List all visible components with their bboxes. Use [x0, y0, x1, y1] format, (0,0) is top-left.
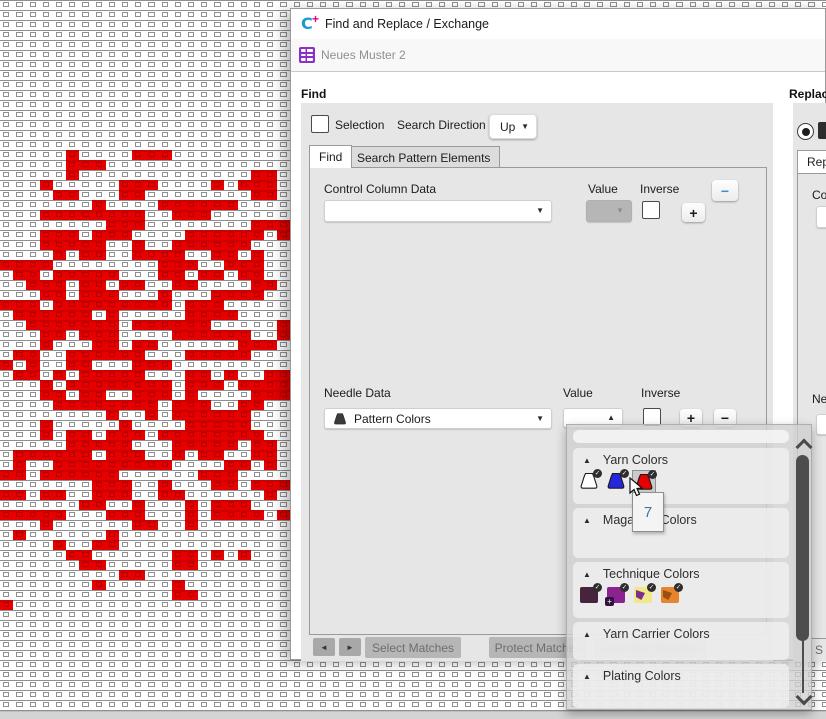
- inverse-label-2: Inverse: [641, 386, 680, 400]
- section-header[interactable]: ▲ Technique Colors: [573, 566, 700, 582]
- section-label: Plating Colors: [603, 669, 681, 683]
- mouse-cursor: [629, 477, 645, 504]
- chevron-down-icon: ▼: [536, 206, 544, 215]
- section-label: Yarn Colors: [603, 453, 668, 467]
- replace-needle-data-dropdown[interactable]: [816, 414, 826, 435]
- tab-replace[interactable]: Replace: [797, 150, 826, 173]
- check-badge-icon: ✓: [620, 583, 629, 592]
- section-label: Technique Colors: [603, 567, 700, 581]
- scrollbar-stem: [802, 639, 804, 693]
- replace-heading: Replace: [789, 87, 826, 101]
- search-direction-dropdown[interactable]: Up ▼: [489, 114, 537, 139]
- find-heading: Find: [301, 87, 326, 101]
- popup-section: ▲Technique Colors✓✓✓✓: [573, 562, 789, 618]
- dialog-titlebar[interactable]: C+ Find and Replace / Exchange: [291, 9, 825, 40]
- bottom-bar: [0, 711, 826, 719]
- selection-checkbox[interactable]: [311, 115, 329, 133]
- technique-color-4[interactable]: ✓: [659, 584, 681, 606]
- technique-color-2[interactable]: ✓: [605, 584, 627, 606]
- technique-color-3[interactable]: ✓: [632, 584, 654, 606]
- value-label: Value: [588, 182, 618, 196]
- pattern-name: Neues Muster 2: [321, 48, 406, 62]
- add-criterion-button[interactable]: +: [682, 203, 705, 222]
- collapse-arrow-icon[interactable]: ▲: [583, 672, 591, 681]
- collapse-arrow-icon[interactable]: ▲: [583, 456, 591, 465]
- previous-match-button[interactable]: ◄: [313, 638, 335, 656]
- replace-control-column-dropdown[interactable]: [816, 206, 826, 228]
- popup-header-bar: [573, 430, 789, 443]
- value-dropdown-disabled: ▼: [586, 200, 632, 222]
- needle-data-label: Needle Data: [324, 386, 391, 400]
- section-header[interactable]: ▲ Yarn Colors: [573, 452, 668, 468]
- check-badge-icon: ✓: [648, 470, 657, 479]
- popup-section: ▲Magazine Colors: [573, 508, 789, 558]
- replace-mode-icon: [818, 122, 826, 139]
- pattern-grid-icon: [299, 47, 315, 63]
- tab-search-pattern-elements[interactable]: Search Pattern Elements: [347, 146, 500, 168]
- check-badge-icon: ✓: [674, 583, 683, 592]
- application-canvas: C+ Find and Replace / Exchange Neues Mus…: [0, 0, 826, 719]
- value-label-2: Value: [563, 386, 593, 400]
- tab-find[interactable]: Find: [309, 145, 352, 168]
- chevron-up-icon: ▲: [607, 413, 615, 422]
- technique-color-1[interactable]: ✓: [578, 584, 600, 606]
- popup-sections: ▲Yarn Colors✓✓✓▲Magazine Colors▲Techniqu…: [573, 448, 789, 712]
- collapse-arrow-icon[interactable]: ▲: [583, 630, 591, 639]
- collapse-arrow-icon[interactable]: ▲: [583, 516, 591, 525]
- tooltip-value: 7: [644, 504, 652, 521]
- replace-needle-data-label: Needle Data: [812, 392, 826, 406]
- select-matches-button[interactable]: Select Matches: [365, 637, 461, 658]
- search-direction-label: Search Direction: [397, 118, 486, 132]
- selection-label: Selection: [335, 118, 384, 132]
- check-badge-icon: ✓: [593, 469, 602, 478]
- needle-data-value: Pattern Colors: [354, 412, 431, 426]
- scrollbar-thumb[interactable]: [796, 455, 809, 641]
- replace-control-column-label: Control Column Data: [812, 188, 826, 202]
- collapse-arrow-icon[interactable]: ▲: [583, 570, 591, 579]
- inverse-checkbox[interactable]: [642, 201, 660, 219]
- section-header[interactable]: ▲ Plating Colors: [573, 668, 681, 684]
- direction-value: Up: [500, 120, 515, 134]
- swatch-row: ✓ ✓ ✓ ✓: [578, 584, 681, 606]
- chevron-down-icon: ▼: [536, 414, 544, 423]
- popup-section: ▲Yarn Colors✓✓✓: [573, 448, 789, 504]
- app-logo-icon: C+: [301, 14, 323, 34]
- control-column-data-label: Control Column Data: [324, 182, 436, 196]
- next-match-button[interactable]: ►: [339, 638, 361, 656]
- control-column-data-dropdown[interactable]: ▼: [324, 200, 552, 222]
- section-label: Yarn Carrier Colors: [603, 627, 710, 641]
- check-badge-icon: ✓: [647, 583, 656, 592]
- replace-bottom-button-fragment: S: [815, 643, 823, 657]
- check-badge-icon: ✓: [620, 469, 629, 478]
- section-header[interactable]: ▲ Yarn Carrier Colors: [573, 626, 710, 642]
- dialog-title: Find and Replace / Exchange: [325, 17, 489, 31]
- popup-section: ▲ Plating Colors: [573, 664, 789, 708]
- scroll-up-icon[interactable]: [796, 439, 813, 456]
- yarn-color-white[interactable]: ✓: [578, 470, 600, 492]
- pattern-document-row[interactable]: Neues Muster 2: [291, 39, 825, 72]
- inverse-label: Inverse: [640, 182, 679, 196]
- chevron-down-icon: ▼: [616, 206, 624, 215]
- chevron-down-icon: ▼: [521, 122, 529, 131]
- check-badge-icon: ✓: [593, 583, 602, 592]
- needle-data-dropdown[interactable]: Pattern Colors ▼: [324, 408, 552, 429]
- scroll-down-icon[interactable]: [796, 689, 813, 706]
- yarn-color-blue[interactable]: ✓: [605, 470, 627, 492]
- pattern-colors-popup: ▲Yarn Colors✓✓✓▲Magazine Colors▲Techniqu…: [566, 424, 812, 710]
- replace-mode-radio[interactable]: [797, 123, 814, 140]
- yarn-cone-icon: [333, 412, 347, 426]
- popup-section: ▲ Yarn Carrier Colors: [573, 622, 789, 660]
- remove-criterion-button[interactable]: −: [712, 180, 738, 201]
